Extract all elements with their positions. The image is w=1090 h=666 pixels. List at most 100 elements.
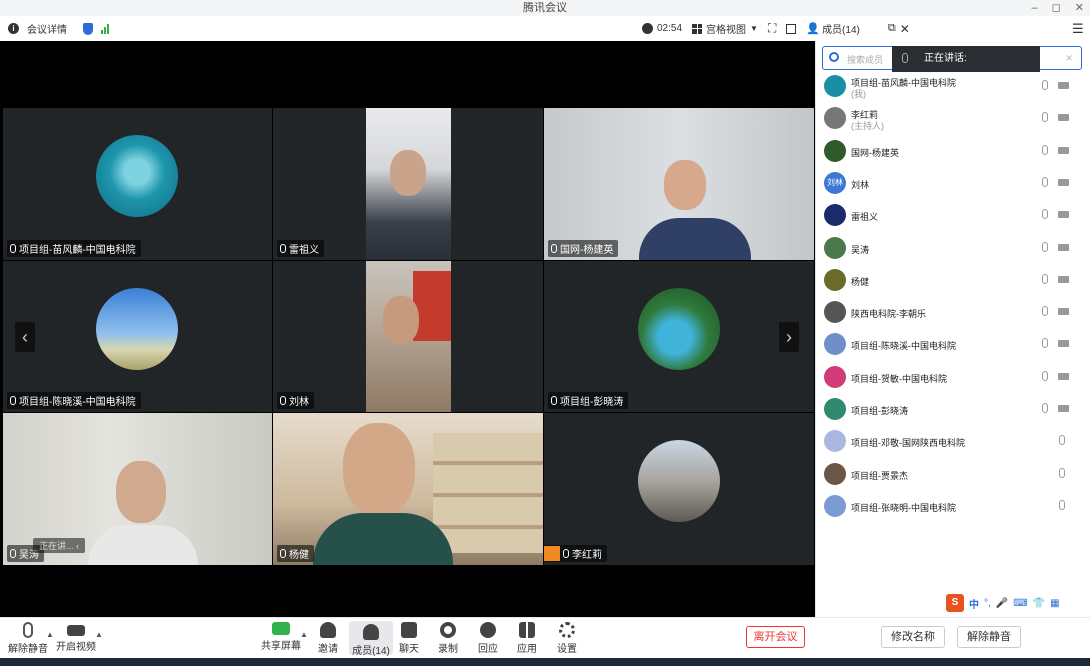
mic-muted-icon[interactable]	[1042, 241, 1048, 252]
share-screen-button[interactable]: 共享屏幕	[259, 622, 303, 652]
sogou-ime-icon[interactable]: S	[946, 594, 964, 612]
participant-row[interactable]: 吴涛	[816, 232, 1090, 264]
camera-icon[interactable]	[1058, 114, 1069, 122]
video-tile[interactable]: 杨健	[273, 413, 543, 565]
mic-muted-icon[interactable]	[1042, 144, 1048, 155]
chevron-up-icon[interactable]: ▲	[46, 630, 54, 639]
signal-strength-icon[interactable]	[101, 23, 109, 34]
camera-icon[interactable]	[1058, 372, 1069, 380]
close-panel-icon[interactable]: ✕	[900, 22, 910, 36]
participant-row[interactable]: 项目组-贾景杰	[816, 458, 1090, 490]
mic-muted-icon[interactable]	[1042, 209, 1048, 220]
participant-row[interactable]: 项目组-邓敬-国网陕西电科院	[816, 425, 1090, 457]
toolbox-icon[interactable]: ▦	[1050, 598, 1059, 609]
participant-name: 陕西电科院-李朝乐	[851, 309, 926, 320]
security-shield-icon[interactable]	[83, 22, 93, 35]
participant-name: 杨健	[851, 276, 870, 287]
camera-icon[interactable]	[1058, 275, 1069, 283]
mic-muted-icon[interactable]	[1042, 273, 1048, 284]
view-mode-dropdown[interactable]: 宫格视图	[706, 21, 746, 36]
mic-muted-icon[interactable]	[1059, 435, 1065, 446]
video-tile[interactable]: 国网-杨建英	[544, 108, 814, 260]
reaction-button[interactable]: 回应	[466, 622, 510, 655]
apps-button[interactable]: 应用	[505, 622, 549, 655]
mic-muted-icon[interactable]	[1042, 176, 1048, 187]
apps-grid-icon	[519, 622, 535, 638]
chat-button[interactable]: 聊天	[387, 622, 431, 655]
participant-row[interactable]: 刘林 刘林	[816, 167, 1090, 199]
tile-name-label: 刘林	[277, 392, 314, 409]
video-tile[interactable]: 项目组-陈晓溪-中国电科院	[3, 261, 272, 412]
unmute-all-button[interactable]: 解除静音	[957, 626, 1021, 648]
next-page-button[interactable]: ›	[779, 322, 799, 352]
leave-meeting-button[interactable]: 离开会议	[746, 626, 805, 648]
participant-avatar	[824, 236, 846, 259]
mic-muted-icon[interactable]	[1042, 370, 1048, 381]
mic-muted-icon[interactable]	[1059, 467, 1065, 478]
participant-name: 项目组-张晓明-中国电科院	[851, 502, 956, 513]
close-window-button[interactable]: ✕	[1075, 0, 1084, 16]
video-tile[interactable]: 李红莉	[544, 413, 814, 565]
participant-row[interactable]: 李红莉 (主持人)	[816, 102, 1090, 134]
minimize-button[interactable]: –	[1032, 0, 1038, 16]
camera-icon[interactable]	[1058, 211, 1069, 219]
start-video-button[interactable]: 开启视频	[54, 622, 98, 653]
camera-icon[interactable]	[1058, 146, 1069, 154]
mic-muted-icon[interactable]	[1042, 80, 1048, 90]
settings-button[interactable]: 设置	[545, 622, 589, 655]
camera-icon[interactable]	[1058, 82, 1069, 89]
meeting-details-button[interactable]: 会议详情	[27, 21, 67, 36]
participant-row[interactable]: 项目组-彭晓涛	[816, 393, 1090, 425]
video-tile[interactable]: 刘林	[273, 261, 543, 412]
record-icon	[440, 622, 456, 638]
invite-button[interactable]: 邀请	[306, 622, 350, 655]
mic-muted-icon[interactable]	[1042, 112, 1048, 123]
video-tile[interactable]: 项目组-苗风麟-中国电科院	[3, 108, 272, 260]
voice-input-icon[interactable]: 🎤	[996, 598, 1008, 609]
camera-icon[interactable]	[1058, 340, 1069, 348]
participant-row[interactable]: 杨健	[816, 264, 1090, 296]
participant-row[interactable]: 项目组-贺敏-中国电科院	[816, 361, 1090, 393]
keyboard-icon[interactable]: ⌨	[1013, 598, 1027, 609]
video-tile[interactable]: 雷祖义	[273, 108, 543, 260]
fullscreen-icon[interactable]: ⛶	[768, 21, 776, 36]
popout-icon[interactable]: ⧉	[888, 22, 896, 35]
camera-icon[interactable]	[1058, 178, 1069, 186]
rename-button[interactable]: 修改名称	[881, 626, 945, 648]
participant-row[interactable]: 陕西电科院-李朝乐	[816, 296, 1090, 328]
mic-muted-icon[interactable]	[1042, 403, 1048, 413]
prev-page-button[interactable]: ‹	[15, 322, 35, 352]
video-tile[interactable]: 项目组-彭晓涛	[544, 261, 814, 412]
participant-row[interactable]: 项目组-张晓明-中国电科院	[816, 490, 1090, 522]
reaction-icon	[480, 622, 496, 638]
participant-row[interactable]: 雷祖义	[816, 199, 1090, 231]
speaking-overlay[interactable]: 正在讲... ‹	[33, 538, 86, 553]
unmute-button[interactable]: 解除静音	[6, 622, 50, 655]
maximize-button[interactable]: ◻	[1052, 0, 1061, 16]
mic-muted-icon[interactable]	[1059, 499, 1065, 510]
punctuation-icon[interactable]: °,	[984, 598, 991, 609]
menu-icon[interactable]: ☰	[1072, 21, 1084, 37]
camera-icon[interactable]	[1058, 308, 1069, 316]
chevron-up-icon[interactable]: ▲	[95, 630, 103, 639]
record-button[interactable]: 录制	[426, 622, 470, 655]
participant-avatar	[96, 135, 178, 217]
camera-icon[interactable]	[1058, 405, 1069, 412]
skin-icon[interactable]: 👕	[1033, 598, 1045, 609]
mic-muted-icon[interactable]	[1042, 306, 1048, 317]
video-tile[interactable]: 吴涛 正在讲... ‹	[3, 413, 272, 565]
participant-row[interactable]: 项目组-苗风麟-中国电科院 (我)	[816, 70, 1090, 102]
layout-toggle-icon[interactable]	[786, 23, 797, 34]
members-panel-title[interactable]: 成员(14)	[822, 21, 860, 36]
participant-row[interactable]: 项目组-陈晓溪-中国电科院	[816, 328, 1090, 360]
mic-icon	[10, 244, 16, 253]
participant-avatar	[824, 494, 846, 517]
mic-muted-icon[interactable]	[1042, 338, 1048, 349]
chevron-down-icon[interactable]: ▼	[750, 24, 758, 33]
clear-icon[interactable]: ✕	[1065, 53, 1073, 64]
camera-icon[interactable]	[1058, 243, 1069, 251]
clock-icon	[642, 23, 653, 34]
ime-mode[interactable]: 中	[969, 596, 979, 611]
mic-icon	[280, 396, 286, 405]
participant-row[interactable]: 国网-杨建英	[816, 135, 1090, 167]
